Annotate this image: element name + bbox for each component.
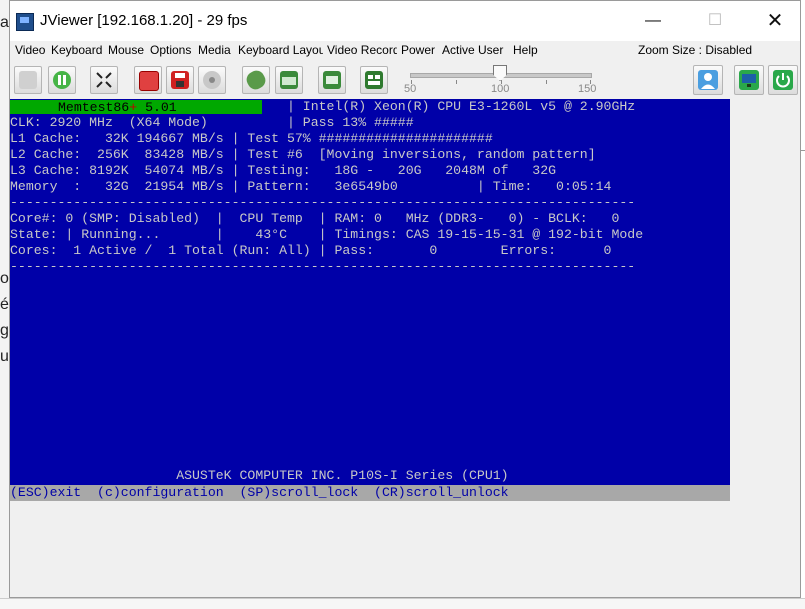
user-button[interactable] bbox=[693, 65, 723, 95]
slider-label-min: 50 bbox=[404, 83, 417, 95]
background-text-fragment: u bbox=[0, 348, 9, 365]
menu-bar: Video Keyboard Mouse Options Media Keybo… bbox=[10, 41, 800, 61]
quality-slider-thumb[interactable] bbox=[493, 65, 507, 81]
menu-mouse[interactable]: Mouse bbox=[108, 43, 145, 57]
power-icon bbox=[773, 70, 793, 90]
menu-media[interactable]: Media bbox=[198, 43, 235, 57]
jviewer-window: JViewer [192.168.1.20] - 29 fps — ☐ ✕ Vi… bbox=[9, 0, 801, 598]
slider-tick bbox=[546, 80, 547, 84]
display-button[interactable] bbox=[734, 65, 764, 95]
display-icon bbox=[739, 70, 759, 90]
fullscreen-button[interactable] bbox=[90, 66, 118, 94]
zoom-size-label: Zoom Size : Disabled bbox=[638, 43, 753, 57]
menu-help[interactable]: Help bbox=[513, 43, 548, 57]
maximize-button[interactable]: ☐ bbox=[692, 1, 738, 41]
slider-tick bbox=[456, 80, 457, 84]
minimize-button[interactable]: — bbox=[630, 1, 676, 41]
menu-active-user[interactable]: Active User bbox=[442, 43, 512, 57]
play-icon bbox=[19, 71, 37, 89]
console-line: CLK: 2920 MHz (X64 Mode) | Pass 13% ####… bbox=[10, 115, 414, 130]
console-footer-keys: (ESC)exit (c)configuration (SP)scroll_lo… bbox=[10, 485, 509, 500]
video-button[interactable] bbox=[318, 66, 346, 94]
network-button[interactable] bbox=[360, 66, 388, 94]
console-separator: ----------------------------------------… bbox=[10, 195, 636, 210]
save-icon bbox=[171, 71, 189, 89]
keyboard-button[interactable] bbox=[275, 66, 303, 94]
background-text-fragment: é bbox=[0, 296, 9, 313]
play-button[interactable] bbox=[14, 66, 42, 94]
close-button[interactable]: ✕ bbox=[752, 1, 798, 41]
menu-video[interactable]: Video bbox=[15, 43, 47, 57]
console-line: | Intel(R) Xeon(R) CPU E3-1260L v5 @ 2.9… bbox=[10, 99, 636, 114]
mouse-icon bbox=[243, 67, 269, 93]
console-footer-bar: (ESC)exit (c)configuration (SP)scroll_lo… bbox=[10, 485, 730, 501]
console-line: L2 Cache: 256K 83428 MB/s | Test #6 [Mov… bbox=[10, 147, 596, 162]
desktop-divider bbox=[801, 150, 805, 151]
desktop-bottom-strip bbox=[0, 598, 805, 609]
slider-label-mid: 100 bbox=[491, 83, 510, 95]
pause-button[interactable] bbox=[48, 66, 76, 94]
console-line: Core#: 0 (SMP: Disabled) | CPU Temp | RA… bbox=[10, 211, 620, 226]
fullscreen-icon bbox=[95, 71, 113, 89]
power-button[interactable] bbox=[768, 65, 798, 95]
console-separator: ----------------------------------------… bbox=[10, 259, 636, 274]
toolbar: 50 100 150 bbox=[10, 61, 800, 99]
menu-keyboard[interactable]: Keyboard bbox=[51, 43, 103, 57]
background-text-fragment: g bbox=[0, 322, 9, 339]
console-line: L3 Cache: 8192K 54074 MB/s | Testing: 18… bbox=[10, 163, 557, 178]
keyboard-icon bbox=[280, 71, 298, 89]
console-line: L1 Cache: 32K 194667 MB/s | Test 57% ###… bbox=[10, 131, 493, 146]
network-icon bbox=[365, 71, 383, 89]
app-icon bbox=[16, 13, 34, 31]
slider-label-max: 150 bbox=[578, 83, 597, 95]
user-icon bbox=[698, 70, 718, 90]
media-disc-icon bbox=[203, 71, 221, 89]
console-board-info: ASUSTeK COMPUTER INC. P10S-I Series (CPU… bbox=[10, 468, 509, 483]
mouse-button[interactable] bbox=[242, 66, 270, 94]
console-line: Cores: 1 Active / 1 Total (Run: All) | P… bbox=[10, 243, 612, 258]
media-button[interactable] bbox=[198, 66, 226, 94]
window-title: JViewer [192.168.1.20] - 29 fps bbox=[40, 12, 248, 29]
video-icon bbox=[323, 71, 341, 89]
title-bar[interactable]: JViewer [192.168.1.20] - 29 fps — ☐ ✕ bbox=[10, 1, 800, 41]
stop-record-icon bbox=[139, 71, 159, 91]
menu-keyboard-layout[interactable]: Keyboard Layout bbox=[238, 43, 323, 57]
console-line: State: | Running... | 43°C | Timings: CA… bbox=[10, 227, 644, 242]
remote-console-screen[interactable]: Memtest86+ 5.01 | Intel(R) Xeon(R) CPU E… bbox=[10, 99, 730, 501]
save-button[interactable] bbox=[166, 66, 194, 94]
menu-options[interactable]: Options bbox=[150, 43, 195, 57]
menu-power[interactable]: Power bbox=[401, 43, 438, 57]
menu-video-record[interactable]: Video Record bbox=[327, 43, 397, 57]
pause-icon bbox=[53, 71, 71, 89]
console-line: Memory : 32G 21954 MB/s | Pattern: 3e654… bbox=[10, 179, 612, 194]
stop-record-button[interactable] bbox=[134, 66, 162, 94]
